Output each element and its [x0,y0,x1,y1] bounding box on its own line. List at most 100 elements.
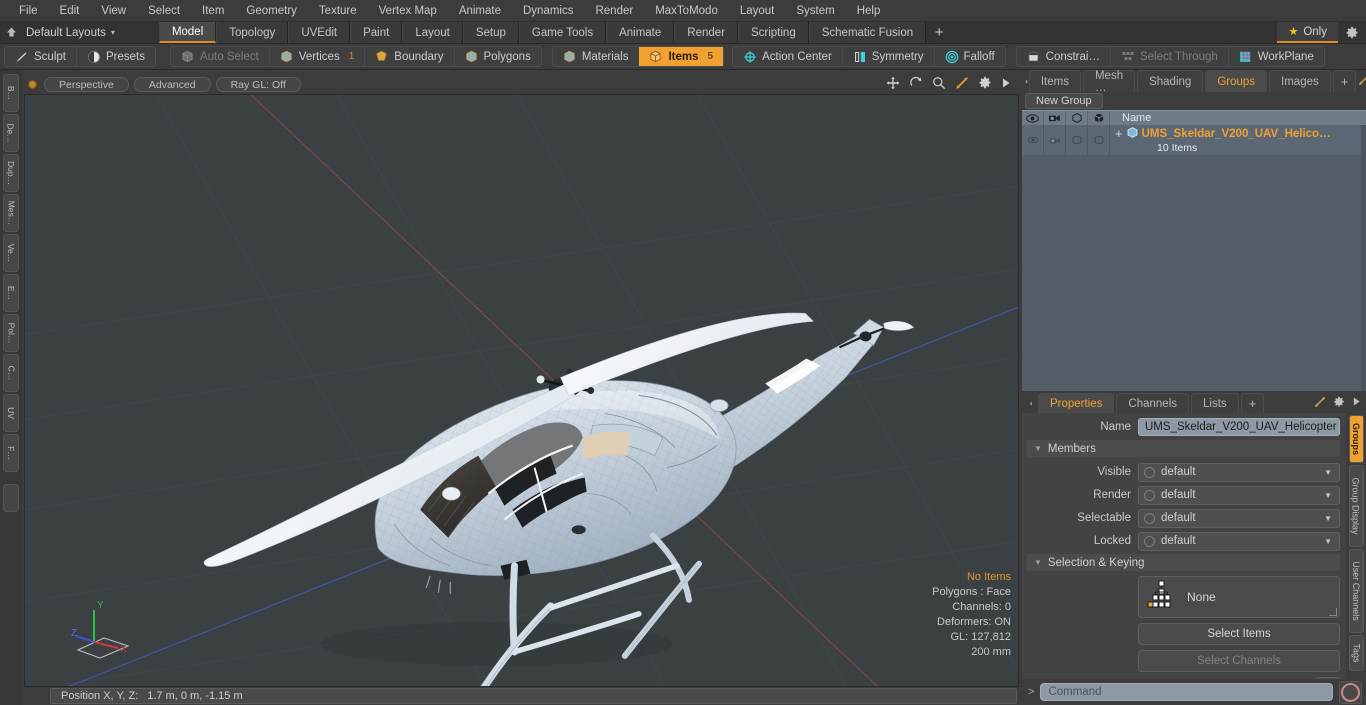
action-center-button[interactable]: Action Center [733,47,843,66]
menu-item-animate[interactable]: Animate [448,0,512,22]
menu-item-item[interactable]: Item [191,0,235,22]
panel-tab-images[interactable]: Images [1269,70,1331,92]
menu-item-dynamics[interactable]: Dynamics [512,0,584,22]
group-list-body[interactable]: + UMS_Skeldar_V200_UAV_Helico… 10 Items [1022,125,1366,391]
zoom-icon[interactable] [932,76,946,93]
viewport-3d[interactable]: No Items Polygons : Face Channels: 0 Def… [24,94,1019,687]
table-row[interactable]: + UMS_Skeldar_V200_UAV_Helico… 10 Items [1022,125,1366,155]
vtab-tags[interactable]: Tags [1348,635,1364,671]
left-vtab-9[interactable]: F… [3,434,19,472]
menu-item-geometry[interactable]: Geometry [235,0,308,22]
items-button[interactable]: Items 5 [639,47,724,66]
left-vtab-7[interactable]: C… [3,354,19,392]
row-expand-button[interactable]: + [1115,127,1123,140]
falloff-button[interactable]: Falloff [935,47,1005,66]
name-field[interactable]: UMS_Skeldar_V200_UAV_Helicopter (: [1138,418,1340,436]
left-vtab-4[interactable]: Ve… [3,234,19,272]
auto-select-button[interactable]: Auto Select [171,47,270,66]
visible-eye-icon[interactable] [1022,111,1044,125]
selectable-dropdown[interactable]: default ▼ [1138,508,1340,528]
menu-item-help[interactable]: Help [846,0,892,22]
tab-animate[interactable]: Animate [606,22,675,43]
render-dropdown[interactable]: default ▼ [1138,485,1340,505]
gear-icon[interactable] [1338,22,1366,43]
left-vtab-2[interactable]: Dup… [3,154,19,192]
left-vtab-5[interactable]: E… [3,274,19,312]
menu-item-edit[interactable]: Edit [49,0,91,22]
constraint-button[interactable]: Constrai… [1017,47,1111,66]
row-visible-eye-icon[interactable] [1022,125,1044,155]
locked-dropdown[interactable]: default ▼ [1138,531,1340,551]
play-icon[interactable] [1001,77,1011,92]
boundary-button[interactable]: Boundary [365,47,455,66]
select-through-button[interactable]: Select Through [1111,47,1229,66]
select-channels-button[interactable]: Select Channels [1138,650,1340,672]
members-section-header[interactable]: ▼ Members [1026,440,1340,457]
new-group-button[interactable]: New Group [1025,93,1103,109]
tab-schematic-fusion[interactable]: Schematic Fusion [808,22,927,43]
layout-selector[interactable]: Default Layouts ▾ [22,22,125,43]
menu-item-layout[interactable]: Layout [729,0,786,22]
row-render-camera-icon[interactable] [1044,125,1066,155]
left-vtab-8[interactable]: UV [3,394,19,432]
selectable-state-dot[interactable] [1144,512,1155,524]
expand-icon[interactable] [1358,74,1366,89]
menu-item-texture[interactable]: Texture [308,0,368,22]
resize-handle[interactable] [1329,608,1337,616]
tab-model[interactable]: Model [158,22,217,43]
menu-item-select[interactable]: Select [137,0,191,22]
selectable-cube-icon[interactable] [1066,111,1088,125]
viewport-shading-button[interactable]: Advanced [133,76,211,92]
tab-game-tools[interactable]: Game Tools [518,22,607,43]
menu-item-system[interactable]: System [785,0,845,22]
move-icon[interactable] [886,76,900,93]
tab-render[interactable]: Render [674,22,738,43]
select-items-button[interactable]: Select Items [1138,623,1340,645]
command-record-button[interactable] [1339,680,1362,704]
group-row-name-cell[interactable]: + UMS_Skeldar_V200_UAV_Helico… 10 Items [1110,125,1366,155]
left-vtab-6[interactable]: Pol… [3,314,19,352]
row-locked-toggle[interactable] [1088,125,1110,155]
sculpt-button[interactable]: Sculpt [5,47,77,66]
panel-tab-items[interactable]: Items [1028,70,1081,92]
tab-lists[interactable]: Lists [1191,393,1239,413]
selection-keying-section-header[interactable]: ▼ Selection & Keying [1026,554,1340,571]
viewport-perspective-button[interactable]: Perspective [44,76,129,92]
tab-paint[interactable]: Paint [350,22,403,43]
panel-add-tab-button[interactable]: + [1332,70,1357,92]
home-icon[interactable] [0,22,22,43]
tab-topology[interactable]: Topology [216,22,289,43]
gear-icon[interactable] [1333,396,1345,411]
add-tab-button[interactable]: + [926,22,953,43]
left-vtab-3[interactable]: Mes… [3,194,19,232]
left-vtab-1[interactable]: De… [3,114,19,152]
fit-icon[interactable] [955,76,969,93]
tab-uvedit[interactable]: UVEdit [288,22,351,43]
viewport-raygl-button[interactable]: Ray GL: Off [215,76,301,92]
left-vtab-0[interactable]: B… [3,74,19,112]
panel-tab-shading[interactable]: Shading [1137,70,1204,92]
menu-item-render[interactable]: Render [584,0,644,22]
render-camera-icon[interactable] [1044,111,1066,125]
expand-icon[interactable] [1314,396,1326,411]
panel-tab-groups[interactable]: Groups [1205,70,1268,92]
vtab-group-display[interactable]: Group Display [1348,465,1364,547]
menu-item-vertex-map[interactable]: Vertex Map [368,0,448,22]
visible-state-dot[interactable] [1144,466,1155,478]
play-icon[interactable] [1352,396,1361,410]
menu-item-maxtomodo[interactable]: MaxToModo [644,0,729,22]
properties-add-tab-button[interactable]: + [1240,393,1265,413]
properties-collapse-icon[interactable]: ◖ [1024,393,1038,413]
locked-cube-icon[interactable] [1088,111,1110,125]
tab-scripting[interactable]: Scripting [737,22,809,43]
render-state-dot[interactable] [1144,489,1155,501]
symmetry-button[interactable]: Symmetry [843,47,935,66]
selection-preview-box[interactable]: None [1138,576,1340,618]
tab-layout[interactable]: Layout [402,22,463,43]
vtab-user-channels[interactable]: User Channels [1348,549,1364,633]
presets-button[interactable]: Presets [77,47,155,66]
axis-gizmo[interactable]: Y X Z [70,594,140,664]
left-vtoolbar-extra-button[interactable] [3,484,19,512]
materials-button[interactable]: Materials [553,47,640,66]
gear-icon[interactable] [978,76,992,93]
